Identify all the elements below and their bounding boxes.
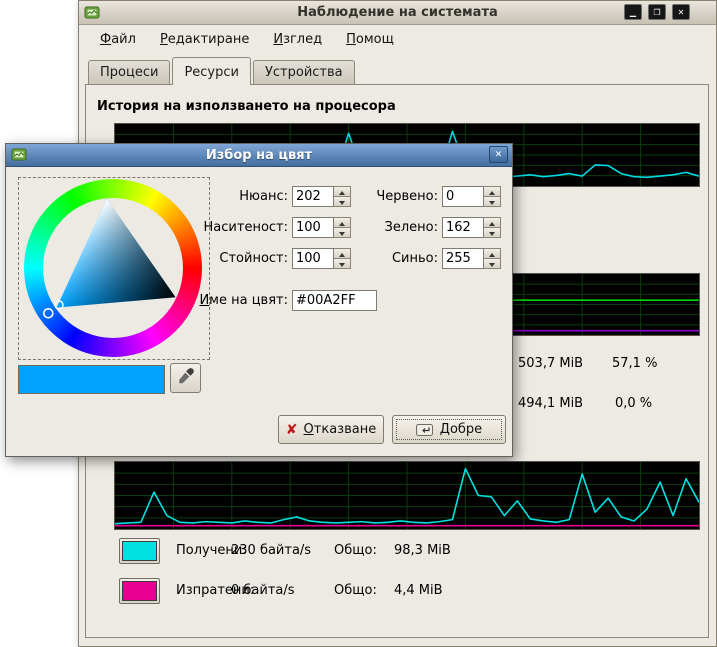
- menu-view[interactable]: Изглед: [264, 29, 331, 50]
- menubar: Файл Редактиране Изглед Помощ: [79, 25, 716, 53]
- menu-edit[interactable]: Редактиране: [151, 29, 258, 50]
- network-sent-row: Изпратени: 0 байта/s Общо: 4,4 MiB: [119, 578, 694, 604]
- sent-color-swatch: [122, 581, 157, 601]
- menu-help[interactable]: Помощ: [337, 29, 403, 50]
- received-color-swatch: [122, 541, 157, 561]
- green-spin-down-icon[interactable]: [484, 228, 501, 238]
- hsv-color-wheel[interactable]: [24, 179, 202, 357]
- hue-input[interactable]: [292, 186, 334, 207]
- blue-input[interactable]: [442, 248, 484, 269]
- hue-marker[interactable]: [44, 309, 53, 318]
- value-label: Стойност:: [193, 251, 288, 266]
- color-name-label: Име на цвят:: [193, 293, 288, 308]
- menu-file[interactable]: Файл: [91, 29, 145, 50]
- ok-button[interactable]: Добре: [392, 415, 506, 444]
- saturation-label: Наситеност:: [193, 220, 288, 235]
- red-label: Червено:: [343, 189, 438, 204]
- cancel-label: Отказване: [304, 422, 377, 437]
- red-spinner: [442, 186, 501, 207]
- color-picker-dialog: Избор на цвят ✕: [5, 143, 513, 457]
- hue-label: Нюанс:: [193, 189, 288, 204]
- eyedropper-button[interactable]: [170, 363, 201, 393]
- network-history-chart: [114, 461, 700, 530]
- current-color-preview: [18, 365, 165, 394]
- green-input[interactable]: [442, 217, 484, 238]
- maximize-icon[interactable]: ❐: [648, 4, 666, 20]
- close-icon[interactable]: ✕: [672, 4, 690, 20]
- received-color-button[interactable]: [119, 538, 160, 564]
- red-input[interactable]: [442, 186, 484, 207]
- tab-devices[interactable]: Устройства: [253, 60, 355, 84]
- blue-label: Синьо:: [343, 251, 438, 266]
- cancel-icon: ✘: [286, 423, 298, 437]
- blue-spin-up-icon[interactable]: [484, 248, 501, 259]
- main-window-titlebar[interactable]: Наблюдение на системата ▁ ❐ ✕: [79, 1, 716, 25]
- sent-total: 4,4 MiB: [394, 583, 443, 598]
- window-controls: ▁ ❐ ✕: [624, 4, 690, 20]
- ok-label: Добре: [440, 422, 482, 437]
- swap-percent: 0,0 %: [615, 396, 652, 411]
- sent-rate: 0 байта/s: [231, 583, 295, 598]
- sent-color-button[interactable]: [119, 578, 160, 604]
- cpu-section-title: История на използването на процесора: [97, 99, 396, 114]
- value-input[interactable]: [292, 248, 334, 269]
- sent-total-label: Общо:: [334, 583, 377, 598]
- system-monitor-app-icon: [84, 5, 100, 21]
- swap-amount: 494,1 MiB: [518, 396, 583, 411]
- received-total: 98,3 MiB: [394, 543, 451, 558]
- minimize-icon[interactable]: ▁: [624, 4, 642, 20]
- dialog-close-icon[interactable]: ✕: [489, 146, 508, 163]
- cancel-button[interactable]: ✘ Отказване: [278, 415, 384, 444]
- eyedropper-icon: [177, 367, 195, 385]
- green-label: Зелено:: [343, 220, 438, 235]
- tab-bar: Процеси Ресурси Устройства: [85, 56, 709, 84]
- received-total-label: Общо:: [334, 543, 377, 558]
- saturation-input[interactable]: [292, 217, 334, 238]
- dialog-titlebar[interactable]: Избор на цвят ✕: [6, 144, 512, 167]
- green-spinner: [442, 217, 501, 238]
- main-window-title: Наблюдение на системата: [79, 5, 716, 20]
- memory-amount: 503,7 MiB: [518, 356, 583, 371]
- ok-icon: [416, 422, 434, 438]
- tab-resources[interactable]: Ресурси: [172, 57, 251, 84]
- blue-spinner: [442, 248, 501, 269]
- color-name-input[interactable]: [292, 290, 377, 311]
- saturation-value-triangle[interactable]: [24, 179, 202, 357]
- dialog-title: Избор на цвят: [6, 148, 512, 163]
- blue-spin-down-icon[interactable]: [484, 259, 501, 269]
- green-spin-up-icon[interactable]: [484, 217, 501, 228]
- memory-percent: 57,1 %: [612, 356, 657, 371]
- red-spin-down-icon[interactable]: [484, 197, 501, 207]
- tab-processes[interactable]: Процеси: [88, 60, 170, 84]
- dialog-app-icon: [11, 147, 27, 163]
- received-rate: 230 байта/s: [231, 543, 311, 558]
- network-received-row: Получени: 230 байта/s Общо: 98,3 MiB: [119, 538, 694, 564]
- color-wheel-frame: [18, 177, 210, 360]
- red-spin-up-icon[interactable]: [484, 186, 501, 197]
